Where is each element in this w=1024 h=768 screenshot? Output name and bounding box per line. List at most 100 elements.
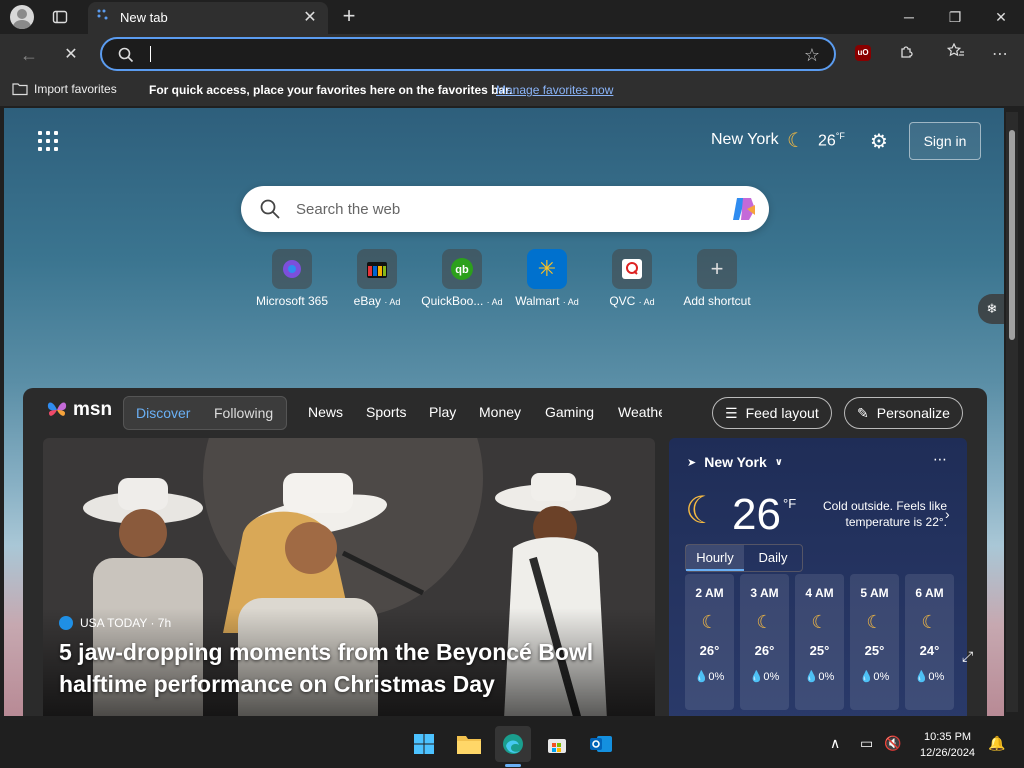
favorites-icon[interactable]	[944, 42, 968, 67]
ebay-icon	[367, 262, 387, 278]
windows-logo-icon	[414, 734, 434, 754]
moon-icon: ☾	[701, 612, 718, 632]
weather-city[interactable]: New York	[711, 131, 779, 149]
personalize-button[interactable]: ✎ Personalize	[844, 397, 963, 429]
ublock-extension-icon[interactable]: uO	[855, 45, 871, 61]
scrollbar-thumb[interactable]	[1009, 130, 1015, 340]
file-explorer-button[interactable]	[451, 726, 487, 762]
tab-actions-icon[interactable]	[48, 7, 72, 27]
hour-forecast[interactable]: 5 AM ☾ 25° 💧0%	[850, 574, 899, 710]
raindrop-icon: 💧	[914, 671, 929, 683]
stop-loading-button[interactable]: ✕	[58, 42, 84, 68]
tab-sports[interactable]: Sports	[366, 404, 406, 420]
system-clock[interactable]: 10:35 PM 12/26/2024	[920, 729, 975, 761]
weather-card[interactable]: ➤ New York ∨ ⋯ ☾ 26 °F Cold outside. Fee…	[669, 438, 967, 716]
tab-daily[interactable]: Daily	[744, 545, 802, 571]
svg-text:qb: qb	[455, 264, 469, 276]
close-window-button[interactable]: ✕	[981, 4, 1021, 30]
msn-logo[interactable]: msn	[45, 398, 112, 422]
hour-forecast[interactable]: 2 AM ☾ 26° 💧0%	[685, 574, 734, 710]
weather-location[interactable]: ➤ New York ∨	[687, 454, 783, 470]
snowflake-theme-icon[interactable]: ❄	[978, 294, 1004, 324]
address-bar[interactable]: ☆	[100, 37, 836, 71]
outlook-button[interactable]	[583, 726, 619, 762]
restore-button[interactable]: ❐	[935, 4, 975, 30]
more-options-icon[interactable]: ⋯	[933, 451, 947, 468]
search-icon	[118, 47, 134, 63]
add-shortcut-button[interactable]: + Add shortcut	[672, 249, 762, 308]
chevron-down-icon: ∨	[774, 456, 783, 468]
hero-source: USA TODAY · 7h	[59, 616, 171, 630]
sign-in-button[interactable]: Sign in	[909, 122, 981, 160]
feed-layout-button[interactable]: ☰ Feed layout	[712, 397, 832, 429]
weather-current-temp: 26	[732, 490, 781, 539]
tab-play[interactable]: Play	[429, 404, 456, 420]
app-launcher-icon[interactable]	[38, 131, 58, 151]
tab-news[interactable]: News	[308, 404, 343, 420]
hero-headline[interactable]: 5 jaw-dropping moments from the Beyoncé …	[59, 636, 619, 700]
notification-bell-icon[interactable]: 🔔	[988, 735, 1005, 752]
extensions-icon[interactable]	[895, 43, 919, 67]
raindrop-icon: 💧	[804, 671, 819, 683]
settings-more-icon[interactable]: ⋯	[988, 43, 1012, 67]
feed-mode-toggle: Discover Following	[123, 396, 287, 430]
windows-taskbar: ∧ ▭ 🔇 10:35 PM 12/26/2024 🔔	[0, 720, 1024, 768]
profile-avatar-icon[interactable]	[10, 5, 34, 29]
import-favorites-label: Import favorites	[34, 82, 117, 96]
manage-favorites-link[interactable]: Manage favorites now	[496, 83, 613, 97]
new-tab-button[interactable]: +	[338, 5, 360, 28]
hour-forecast[interactable]: 3 AM ☾ 26° 💧0%	[740, 574, 789, 710]
moon-icon: ☾	[756, 612, 773, 632]
edge-icon	[503, 734, 523, 754]
shortcut-quickbooks[interactable]: qb QuickBoo... · Ad	[417, 249, 507, 308]
tab-money[interactable]: Money	[479, 404, 521, 420]
expand-icon[interactable]: ⤢	[962, 648, 973, 665]
hour-forecast[interactable]: 4 AM ☾ 25° 💧0%	[795, 574, 844, 710]
start-button[interactable]	[406, 726, 442, 762]
tab-gaming[interactable]: Gaming	[545, 404, 594, 420]
web-search-box[interactable]: Search the web	[241, 186, 769, 232]
qvc-icon	[622, 259, 642, 279]
store-button[interactable]	[539, 726, 575, 762]
raindrop-icon: 💧	[859, 671, 874, 683]
hero-story-card[interactable]: USA TODAY · 7h 5 jaw-dropping moments fr…	[43, 438, 655, 716]
tab-new-tab[interactable]: New tab ✕	[88, 2, 328, 34]
browser-window: New tab ✕ + ─ ❐ ✕ ← ✕ ☆ uO ⋯ Import favo…	[0, 0, 1024, 720]
minimize-button[interactable]: ─	[889, 4, 929, 30]
sparkle-pen-icon: ✎	[857, 405, 869, 421]
weather-temperature[interactable]: 26°F	[818, 131, 845, 150]
tab-following[interactable]: Following	[214, 405, 273, 421]
moon-icon: ☾	[811, 612, 828, 632]
shortcut-ebay[interactable]: eBay · Ad	[332, 249, 422, 308]
show-hidden-icons-chevron[interactable]: ∧	[830, 735, 840, 752]
import-favorites-button[interactable]: Import favorites	[12, 82, 117, 96]
weather-description: Cold outside. Feels like temperature is …	[822, 499, 947, 529]
folder-icon	[457, 736, 481, 754]
edge-taskbar-button[interactable]	[495, 726, 531, 762]
address-input[interactable]	[148, 44, 788, 64]
tab-hourly[interactable]: Hourly	[686, 545, 744, 571]
shortcut-microsoft-365[interactable]: Microsoft 365	[247, 249, 337, 308]
moon-icon: ☾	[685, 490, 720, 532]
shortcut-walmart[interactable]: ✳ Walmart · Ad	[502, 249, 592, 308]
favorite-star-icon[interactable]: ☆	[804, 45, 820, 66]
back-button[interactable]: ←	[16, 42, 42, 68]
tab-weather[interactable]: Weathe	[618, 404, 662, 420]
volume-muted-icon[interactable]: 🔇	[884, 735, 901, 752]
search-placeholder: Search the web	[296, 201, 401, 218]
tab-discover[interactable]: Discover	[136, 405, 190, 421]
moon-icon: ☾	[787, 130, 805, 152]
chevron-right-icon[interactable]: ›	[945, 506, 950, 522]
copilot-icon[interactable]	[729, 196, 759, 222]
msn-butterfly-icon	[47, 402, 67, 416]
shortcut-qvc[interactable]: QVC · Ad	[587, 249, 677, 308]
network-icon[interactable]: ▭	[860, 735, 873, 752]
hour-forecast[interactable]: 6 AM ☾ 24° 💧0%	[905, 574, 954, 710]
gear-icon[interactable]: ⚙	[870, 129, 888, 154]
favorites-bar: Import favorites For quick access, place…	[0, 74, 1024, 106]
tab-close-icon[interactable]: ✕	[300, 8, 320, 28]
sliders-icon: ☰	[725, 405, 738, 421]
moon-icon: ☾	[866, 612, 883, 632]
raindrop-icon: 💧	[694, 671, 709, 683]
edge-newtab-favicon-icon	[97, 9, 108, 20]
